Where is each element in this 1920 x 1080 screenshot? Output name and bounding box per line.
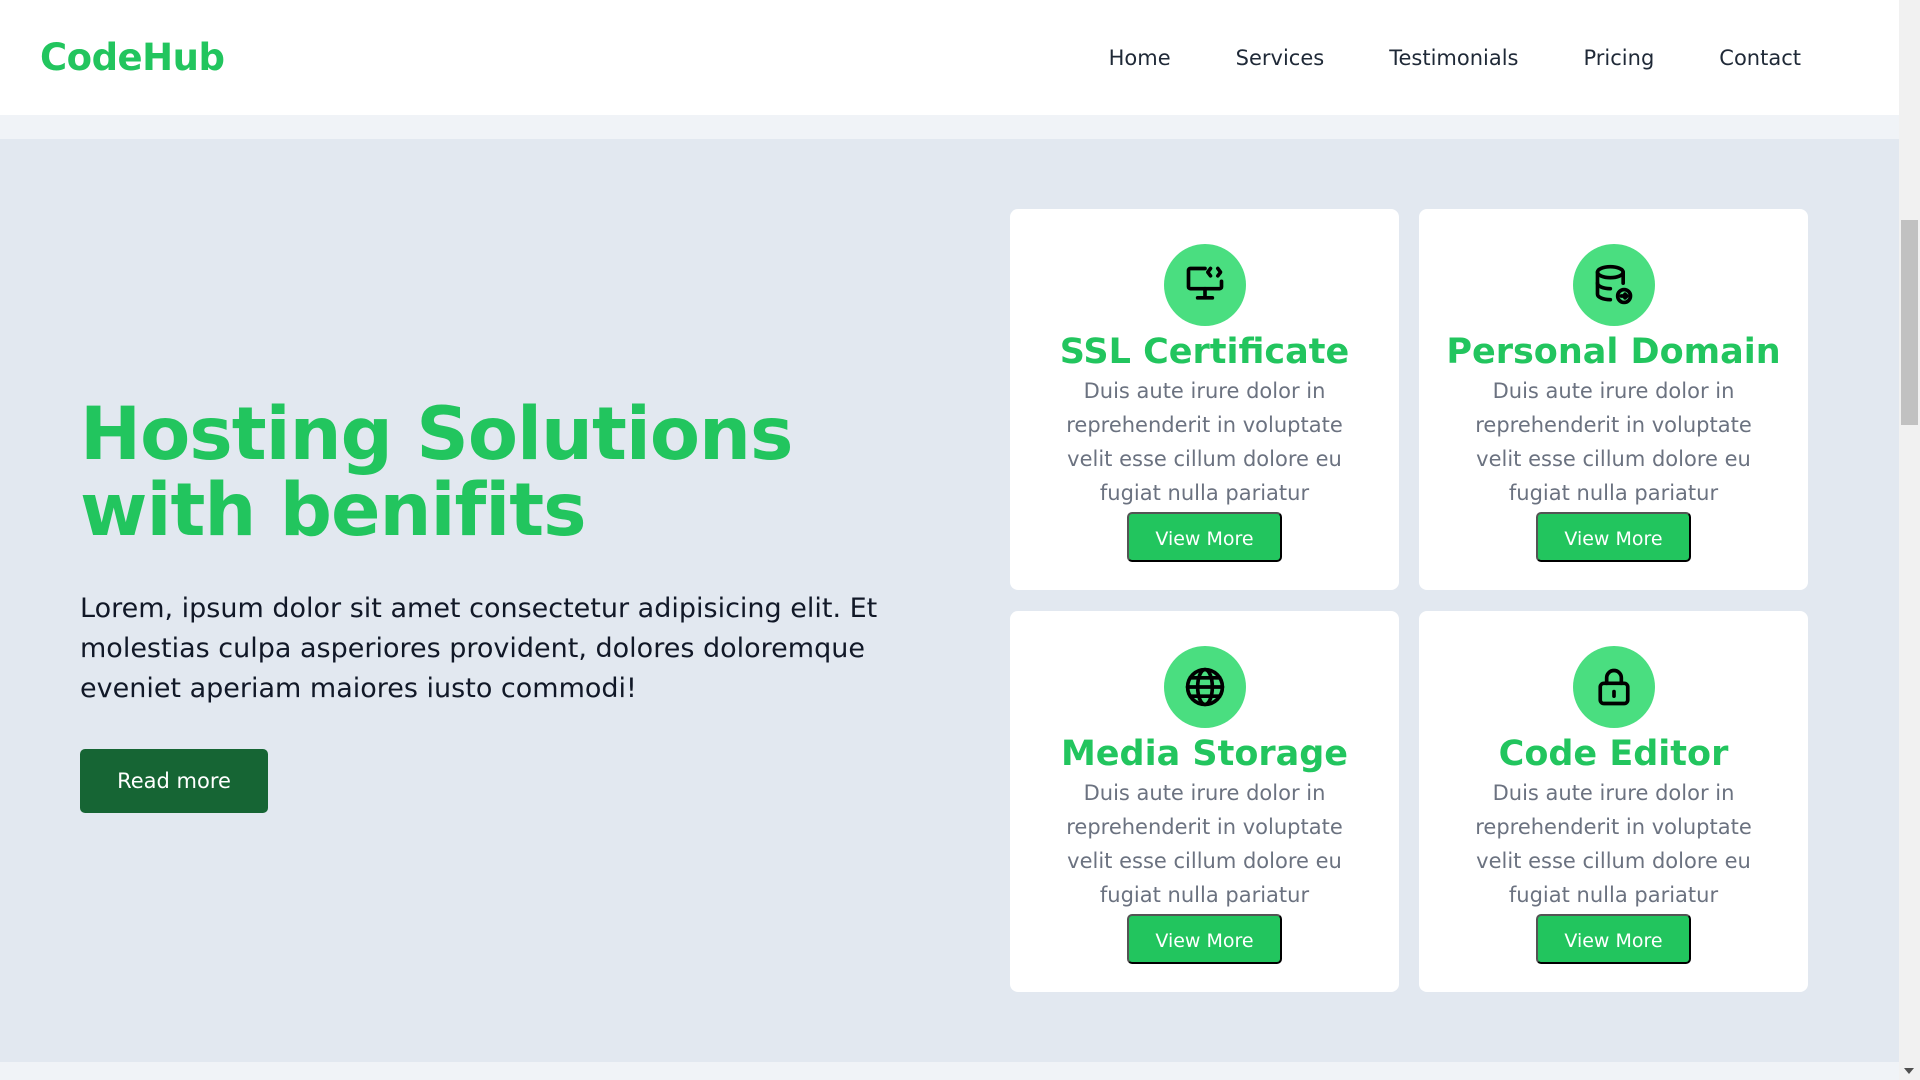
database-icon: [1572, 244, 1655, 326]
card-title: Personal Domain: [1446, 332, 1781, 372]
page-scrollbar[interactable]: [1899, 0, 1920, 1080]
feature-card: Media Storage Duis aute irure dolor in r…: [1010, 611, 1399, 992]
view-more-button[interactable]: View More: [1536, 512, 1691, 562]
card-title: SSL Certificate: [1059, 332, 1350, 372]
globe-icon: [1163, 646, 1246, 728]
hero-description: Lorem, ipsum dolor sit amet consectetur …: [80, 593, 878, 704]
card-description: Duis aute irure dolor in reprehenderit i…: [1475, 781, 1752, 907]
nav-link-testimonials[interactable]: Testimonials: [1389, 46, 1518, 70]
feature-cards-grid: SSL Certificate Duis aute irure dolor in…: [1010, 209, 1810, 992]
card-description: Duis aute irure dolor in reprehenderit i…: [1066, 379, 1343, 505]
monitor-code-icon: [1163, 244, 1246, 326]
feature-card: Code Editor Duis aute irure dolor in rep…: [1419, 611, 1808, 992]
view-more-button[interactable]: View More: [1536, 914, 1691, 964]
nav-link-pricing[interactable]: Pricing: [1584, 46, 1655, 70]
hero-title: Hosting Solutions with benifits: [80, 392, 793, 553]
card-title: Media Storage: [1060, 734, 1349, 774]
hero-content: Hosting Solutions with benifits Lorem, i…: [80, 397, 910, 813]
lock-icon: [1572, 646, 1655, 728]
card-description: Duis aute irure dolor in reprehenderit i…: [1066, 781, 1343, 907]
nav-link-services[interactable]: Services: [1236, 46, 1325, 70]
brand-logo[interactable]: CodeHub: [40, 36, 225, 79]
scrollbar-thumb[interactable]: [1901, 220, 1918, 425]
nav-link-home[interactable]: Home: [1109, 46, 1171, 70]
card-description: Duis aute irure dolor in reprehenderit i…: [1475, 379, 1752, 505]
main-nav: Home Services Testimonials Pricing Conta…: [1044, 46, 1801, 70]
nav-link-contact[interactable]: Contact: [1719, 46, 1801, 70]
hero-section: Hosting Solutions with benifits Lorem, i…: [0, 139, 1899, 1062]
feature-card: Personal Domain Duis aute irure dolor in…: [1419, 209, 1808, 590]
site-header: CodeHub Home Services Testimonials Prici…: [0, 0, 1899, 115]
card-title: Code Editor: [1498, 734, 1729, 774]
scroll-down-arrow-icon[interactable]: [1904, 1068, 1914, 1074]
view-more-button[interactable]: View More: [1127, 914, 1282, 964]
view-more-button[interactable]: View More: [1127, 512, 1282, 562]
feature-card: SSL Certificate Duis aute irure dolor in…: [1010, 209, 1399, 590]
read-more-button[interactable]: Read more: [80, 749, 268, 813]
